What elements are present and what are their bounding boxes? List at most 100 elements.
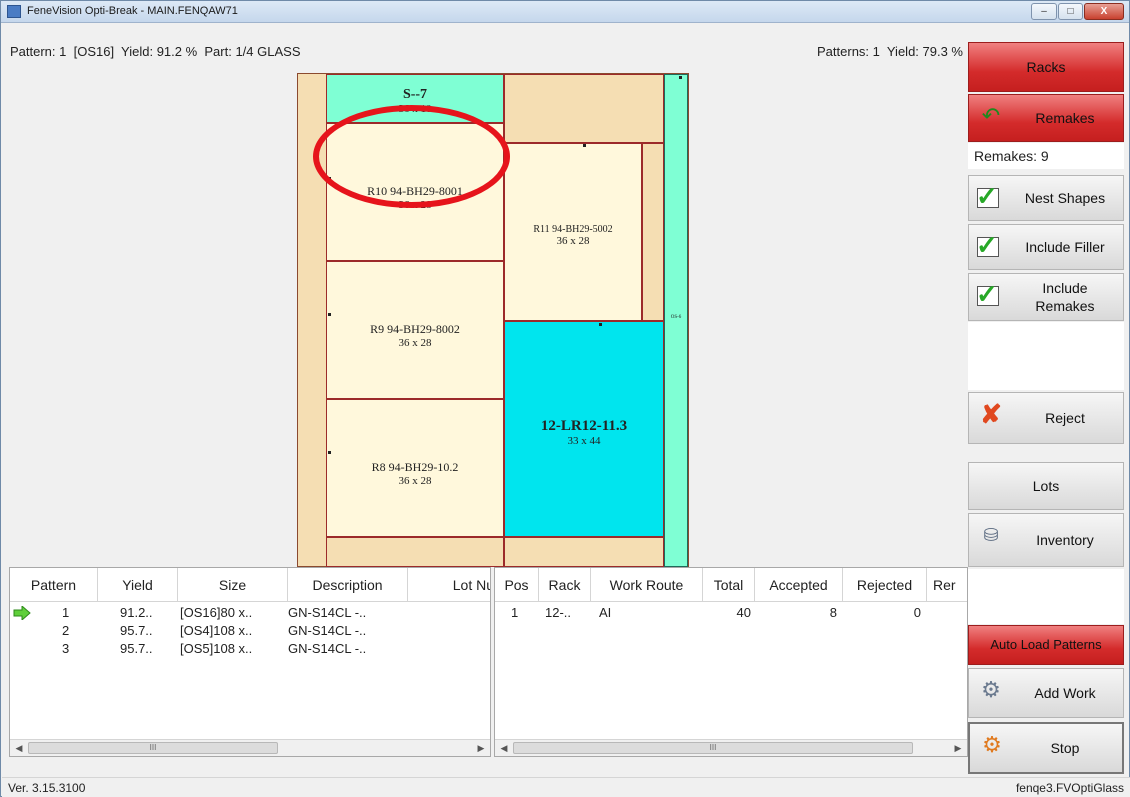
cell-size: [OS16]80 x.. — [180, 605, 253, 620]
piece-r11-dim: 36 x 28 — [556, 235, 590, 247]
piece-s7-label: S--7 — [402, 87, 428, 102]
sidebar-spacer — [968, 569, 1124, 624]
col-total[interactable]: Total — [703, 568, 755, 602]
col-rejected[interactable]: Rejected — [843, 568, 927, 602]
remakes-button[interactable]: ↶ Remakes — [968, 94, 1124, 142]
racks-button-label: Racks — [1026, 59, 1066, 75]
offcut-top-right — [504, 74, 664, 143]
piece-lr12-dim: 33 x 44 — [567, 435, 601, 447]
lots-button[interactable]: Lots — [968, 462, 1124, 510]
current-pattern-info: Pattern: 1 [OS16] Yield: 91.2 % Part: 1/… — [10, 44, 301, 59]
reject-button[interactable]: ✘ Reject — [968, 392, 1124, 444]
host-label: fenqe3.FVOptiGlass — [1015, 781, 1124, 795]
x-mark-icon: ✘ — [980, 399, 1002, 429]
piece-r9-dim: 36 x 28 — [398, 337, 432, 349]
minimize-button[interactable]: – — [1031, 3, 1057, 20]
scroll-right-icon[interactable]: ▶ — [951, 742, 965, 754]
scroll-left-icon[interactable]: ◀ — [12, 742, 26, 754]
pattern-info-bar: Pattern: 1 [OS16] Yield: 91.2 % Part: 1/… — [2, 42, 967, 64]
col-lot-number[interactable]: Lot Nu — [408, 568, 490, 602]
col-pos[interactable]: Pos — [495, 568, 539, 602]
cell-yield: 95.7.. — [120, 641, 153, 656]
col-pattern[interactable]: Pattern — [10, 568, 98, 602]
auto-load-label: Auto Load Patterns — [990, 637, 1102, 652]
cell-pos: 1 — [511, 605, 519, 620]
remakes-button-label: Remakes — [1035, 110, 1095, 126]
scroll-right-icon[interactable]: ▶ — [474, 742, 488, 754]
cell-pattern: 2 — [62, 623, 70, 638]
racks-work-table[interactable]: Pos Rack Work Route Total Accepted Rejec… — [494, 567, 968, 757]
include-filler-toggle[interactable]: ✓ Include Filler — [968, 224, 1124, 270]
marker-dot — [679, 76, 682, 79]
inventory-button[interactable]: ⛁ Inventory — [968, 513, 1124, 567]
piece-r8-label: R8 94-BH29-10.2 — [371, 460, 459, 474]
app-window: FeneVision Opti-Break - MAIN.FENQAW71 – … — [0, 0, 1130, 797]
col-work-route[interactable]: Work Route — [591, 568, 703, 602]
highlight-annotation-circle — [313, 105, 510, 208]
piece-r11[interactable]: R11 94-BH29-5002 36 x 28 — [504, 143, 642, 321]
scroll-thumb[interactable]: III — [28, 742, 278, 754]
stop-button[interactable]: ⚙ Stop — [968, 722, 1124, 774]
nest-shapes-label: Nest Shapes — [1024, 190, 1106, 206]
undo-arrow-icon: ↶ — [981, 103, 1001, 128]
version-label: Ver. 3.15.3100 — [8, 781, 86, 795]
title-bar: FeneVision Opti-Break - MAIN.FENQAW71 – … — [1, 1, 1129, 23]
cell-description: GN-S14CL -.. — [288, 623, 367, 638]
scroll-left-icon[interactable]: ◀ — [497, 742, 511, 754]
cell-accepted: 8 — [829, 605, 837, 620]
checkbox-checked-icon: ✓ — [976, 230, 999, 260]
marker-dot — [599, 323, 602, 326]
current-pattern-arrow-icon — [13, 606, 31, 620]
scroll-thumb[interactable]: III — [513, 742, 913, 754]
patterns-table[interactable]: Pattern Yield Size Description Lot Nu 1 … — [9, 567, 491, 757]
col-size[interactable]: Size — [178, 568, 288, 602]
racks-button[interactable]: Racks — [968, 42, 1124, 92]
cell-description: GN-S14CL -.. — [288, 641, 367, 656]
action-sidebar: Racks ↶ Remakes Remakes: 9 ✓ Nest Shapes… — [968, 42, 1124, 776]
stop-button-label: Stop — [1050, 740, 1080, 756]
cell-size: [OS4]108 x.. — [180, 623, 253, 638]
piece-lr12[interactable]: 12-LR12-11.3 33 x 44 — [504, 321, 664, 537]
col-remakes[interactable]: Rer — [927, 568, 967, 602]
piece-r8-dim: 36 x 28 — [398, 475, 432, 487]
add-work-button[interactable]: ⚙ Add Work — [968, 668, 1124, 718]
include-remakes-toggle[interactable]: ✓ Include Remakes — [968, 273, 1124, 321]
patterns-horizontal-scrollbar[interactable]: ◀ III ▶ — [10, 739, 490, 756]
total-patterns-info: Patterns: 1 Yield: 79.3 % — [817, 44, 963, 59]
piece-lr12-label: 12-LR12-11.3 — [540, 418, 628, 434]
col-rack[interactable]: Rack — [539, 568, 591, 602]
status-bar: Ver. 3.15.3100 fenqe3.FVOptiGlass — [2, 777, 1130, 797]
cell-work-route: AI — [599, 605, 612, 620]
piece-os-label: OS-6 — [670, 315, 682, 320]
racks-table-header: Pos Rack Work Route Total Accepted Rejec… — [495, 568, 967, 602]
table-row[interactable]: 1 12-.. AI 40 8 0 — [495, 604, 967, 622]
table-row[interactable]: 3 95.7.. [OS5]108 x.. GN-S14CL -.. — [10, 640, 490, 658]
cell-total: 40 — [736, 605, 751, 620]
offcut-bottom-left — [326, 537, 504, 567]
cell-pattern: 3 — [62, 641, 70, 656]
table-row[interactable]: 2 95.7.. [OS4]108 x.. GN-S14CL -.. — [10, 622, 490, 640]
col-description[interactable]: Description — [288, 568, 408, 602]
inventory-button-label: Inventory — [1036, 532, 1094, 548]
sidebar-spacer — [968, 322, 1124, 390]
piece-os-strip[interactable]: OS-6 — [664, 74, 688, 567]
close-button[interactable]: X — [1084, 3, 1124, 20]
cell-yield: 91.2.. — [120, 605, 153, 620]
col-yield[interactable]: Yield — [98, 568, 178, 602]
cell-size: [OS5]108 x.. — [180, 641, 253, 656]
gears-add-icon: ⚙ — [981, 677, 1001, 702]
piece-r9[interactable]: R9 94-BH29-8002 36 x 28 — [326, 261, 504, 399]
add-work-label: Add Work — [1034, 685, 1096, 701]
col-accepted[interactable]: Accepted — [755, 568, 843, 602]
lots-button-label: Lots — [1032, 478, 1060, 494]
piece-r8[interactable]: R8 94-BH29-10.2 36 x 28 — [326, 399, 504, 537]
cutting-canvas: S--7 36 x 10 R10 94-BH29-8001 36 x 28 R9… — [2, 65, 967, 567]
piece-r11-label: R11 94-BH29-5002 — [533, 224, 613, 235]
nest-shapes-toggle[interactable]: ✓ Nest Shapes — [968, 175, 1124, 221]
cell-yield: 95.7.. — [120, 623, 153, 638]
remakes-count: Remakes: 9 — [968, 143, 1124, 169]
racks-horizontal-scrollbar[interactable]: ◀ III ▶ — [495, 739, 967, 756]
table-row[interactable]: 1 91.2.. [OS16]80 x.. GN-S14CL -.. — [10, 604, 490, 622]
auto-load-patterns-button[interactable]: Auto Load Patterns — [968, 625, 1124, 665]
maximize-button[interactable]: □ — [1058, 3, 1083, 20]
